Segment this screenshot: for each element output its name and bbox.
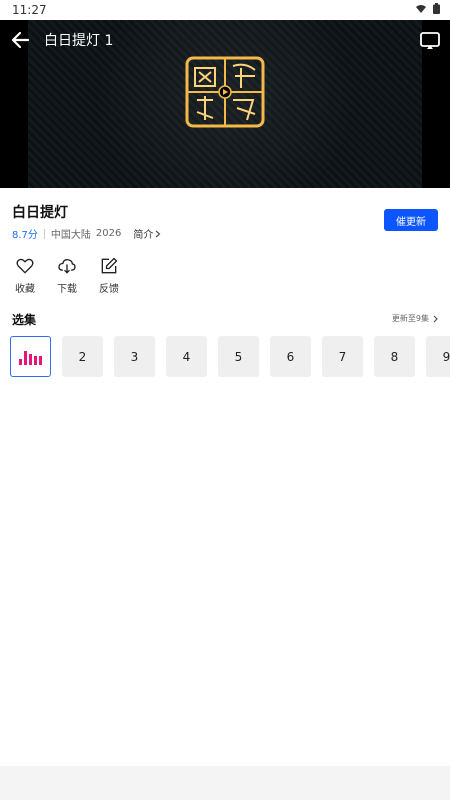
back-arrow-icon[interactable] [8,28,32,52]
status-bar: 11:27 [0,0,450,20]
episode-item[interactable]: 2 [62,336,103,377]
edit-icon [101,257,118,274]
cloud-download-icon [58,259,76,274]
episode-item[interactable]: 9 [426,336,450,377]
intro-label: 简介 [133,230,154,241]
favorite-label: 收藏 [15,284,35,295]
episode-item-playing[interactable] [10,336,51,377]
episode-item[interactable]: 8 [374,336,415,377]
chevron-right-icon [433,315,438,322]
show-title: 白日提灯 [12,205,68,221]
show-score: 8.7分 [12,230,38,241]
download-button[interactable]: 下载 [52,256,82,295]
episode-item[interactable]: 5 [218,336,259,377]
episode-item[interactable]: 6 [270,336,311,377]
show-region: 中国大陆 [50,230,91,241]
cast-icon[interactable] [418,28,442,52]
request-update-button[interactable]: 催更新 [384,209,438,231]
download-label: 下载 [57,284,77,295]
feedback-label: 反馈 [99,284,119,295]
player-top-bar: 白日提灯 1 [0,20,450,60]
wifi-icon [416,4,426,13]
favorite-button[interactable]: 收藏 [10,256,40,295]
feedback-button[interactable]: 反馈 [94,256,124,295]
show-meta: 8.7分 中国大陆 2026 简介 [12,226,161,241]
episodes-header: 选集 更新至9集 [12,310,438,328]
meta-divider [43,228,45,239]
chevron-right-icon [155,230,161,237]
show-logo [185,56,265,128]
show-year: 2026 [95,228,122,239]
status-icons [415,3,440,14]
intro-link[interactable]: 简介 [133,226,161,241]
player-title: 白日提灯 1 [44,33,114,49]
video-player[interactable]: 白日提灯 1 [0,20,450,188]
episode-item[interactable]: 7 [322,336,363,377]
episodes-update-text: 更新至9集 [391,314,429,323]
episode-item[interactable]: 4 [166,336,207,377]
battery-icon [433,3,440,14]
action-row: 收藏 下载 反馈 [10,256,124,295]
episodes-update-link[interactable]: 更新至9集 [392,313,438,324]
episodes-title: 选集 [12,313,37,327]
navigation-bar [0,766,450,800]
episode-list: 2 3 4 5 6 7 8 9 [10,336,450,378]
episode-item[interactable]: 3 [114,336,155,377]
playing-indicator-icon [19,349,42,365]
heart-icon [16,258,34,274]
status-time: 11:27 [12,3,47,17]
